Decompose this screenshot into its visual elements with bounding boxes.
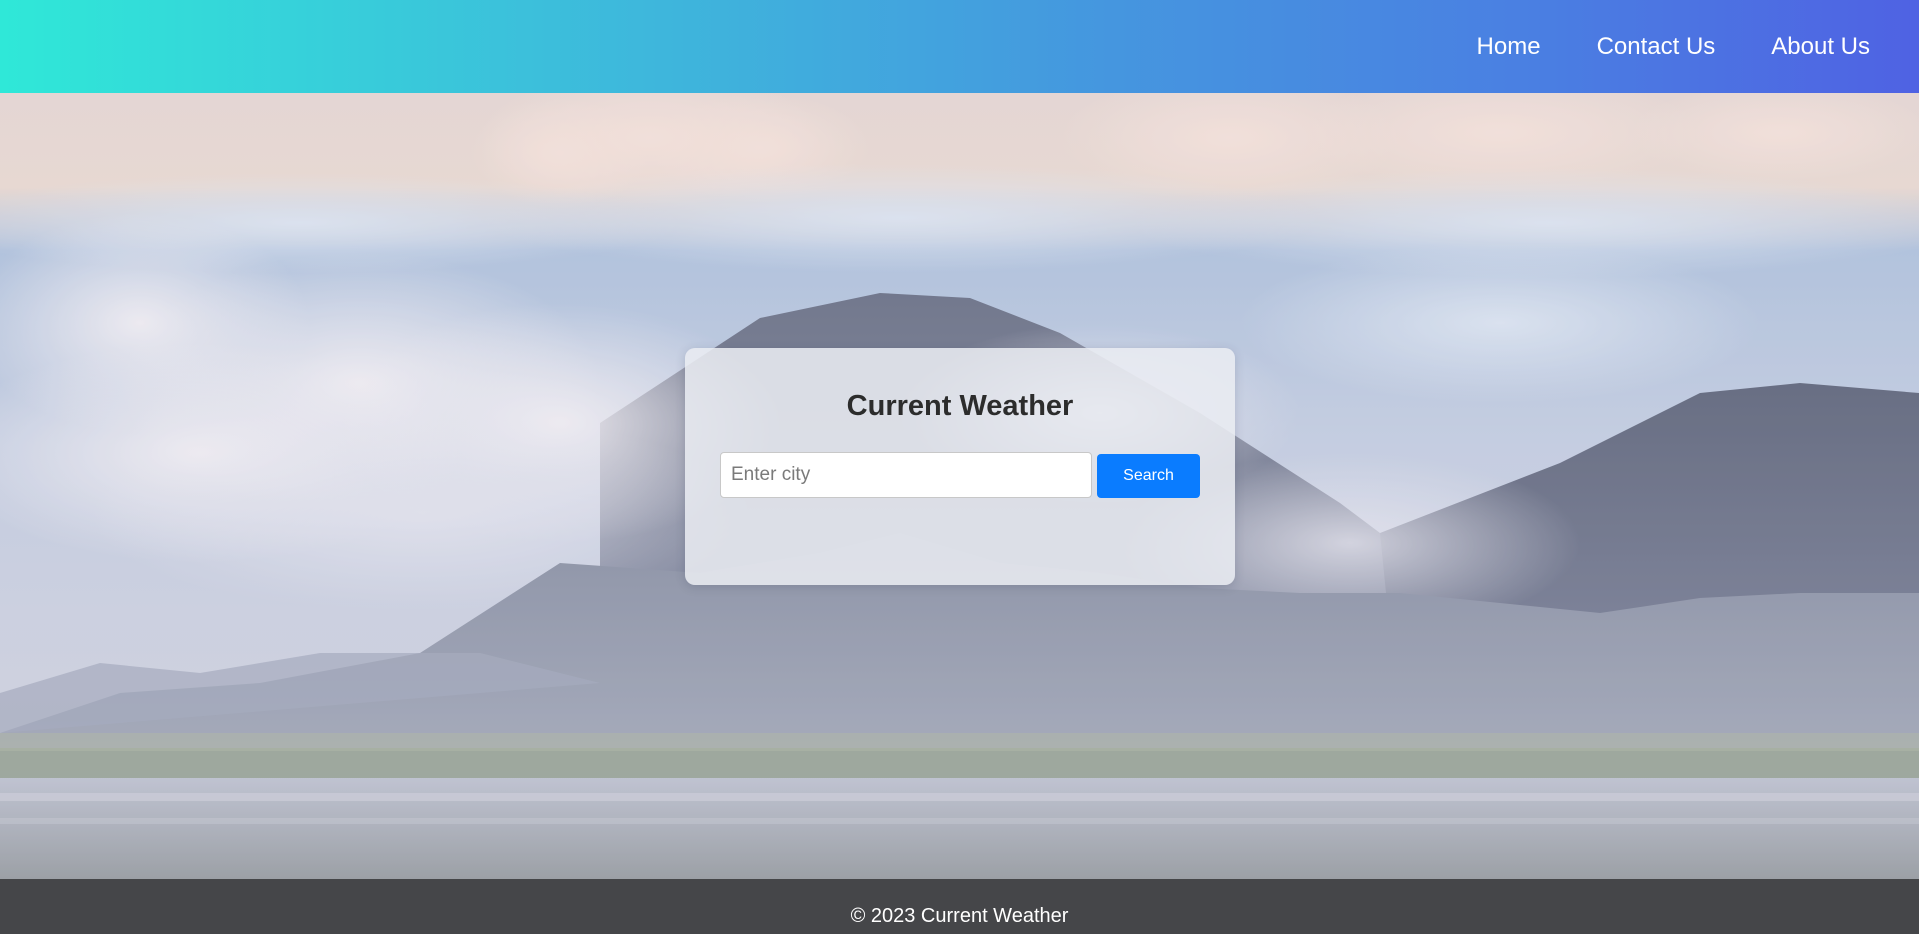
card-title: Current Weather: [846, 390, 1074, 422]
main-nav: Home Contact Us About Us: [1477, 30, 1870, 64]
header-bar: Home Contact Us About Us: [0, 0, 1919, 93]
weather-search-card: Current Weather Search: [685, 348, 1235, 585]
footer-bar: © 2023 Current Weather: [0, 879, 1919, 934]
nav-link-contact-us[interactable]: Contact Us: [1597, 30, 1716, 64]
footer-copyright: © 2023 Current Weather: [850, 905, 1069, 927]
nav-link-home[interactable]: Home: [1477, 30, 1541, 64]
search-button[interactable]: Search: [1097, 454, 1200, 498]
city-search-input[interactable]: [720, 452, 1092, 498]
nav-link-about-us[interactable]: About Us: [1771, 30, 1870, 64]
